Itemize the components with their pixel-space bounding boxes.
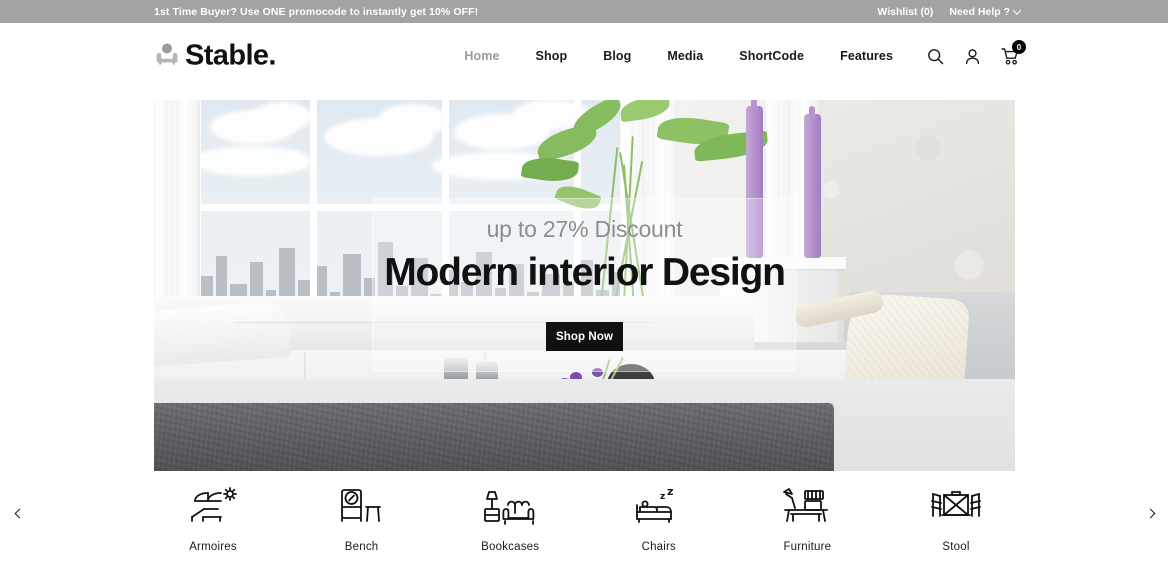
category-label: Bookcases (481, 541, 540, 553)
purple-vase-right (804, 114, 821, 258)
main-navigation: Home Shop Blog Media ShortCode Features (446, 40, 1026, 65)
category-item-furniture[interactable]: Furniture (748, 485, 866, 553)
carousel-prev-button[interactable] (11, 505, 27, 521)
category-carousel: Armoires Bench Bookcases z z Chairs Furn… (0, 471, 1168, 561)
category-item-bookcases[interactable]: Bookcases (451, 485, 569, 553)
category-label: Armoires (189, 541, 237, 553)
category-item-chairs[interactable]: z z Chairs (600, 485, 718, 553)
svg-text:z: z (660, 492, 665, 502)
category-carousel-track: Armoires Bench Bookcases z z Chairs Furn… (14, 471, 1155, 553)
hero-banner: up to 27% Discount Modern interior Desig… (154, 100, 1015, 471)
category-label: Bench (344, 541, 379, 553)
chevron-right-icon (1145, 508, 1155, 518)
dresser-mirror-stool-icon (339, 485, 385, 529)
category-item-stool[interactable]: Stool (897, 485, 1015, 553)
chevron-down-icon (1012, 5, 1022, 15)
nav-item-shortcode[interactable]: ShortCode (721, 49, 822, 63)
nav-item-blog[interactable]: Blog (585, 49, 649, 63)
account-icon[interactable] (964, 48, 981, 65)
category-label: Stool (942, 541, 970, 553)
category-label: Chairs (641, 541, 676, 553)
nav-item-home[interactable]: Home (446, 49, 517, 63)
need-help-dropdown[interactable]: Need Help ? (949, 5, 1022, 18)
bed-sleep-icon: z z (634, 485, 684, 529)
shop-now-button[interactable]: Shop Now (546, 322, 623, 351)
carousel-next-button[interactable] (1142, 505, 1158, 521)
cart-count-badge: 0 (1012, 40, 1026, 54)
lounger-sun-icon (187, 485, 239, 529)
need-help-label: Need Help ? (949, 5, 1010, 18)
nav-item-features[interactable]: Features (822, 49, 911, 63)
logo-text: Stable. (185, 39, 276, 72)
site-header: Stable. Home Shop Blog Media ShortCode F… (0, 23, 1168, 89)
top-announcement-bar: 1st Time Buyer? Use ONE promocode to ins… (0, 0, 1168, 23)
category-item-armoires[interactable]: Armoires (154, 485, 272, 553)
table-chairs-icon (929, 485, 983, 529)
nav-item-shop[interactable]: Shop (518, 49, 586, 63)
category-item-bench[interactable]: Bench (303, 485, 421, 553)
nav-item-media[interactable]: Media (649, 49, 721, 63)
site-logo[interactable]: Stable. (154, 40, 276, 73)
svg-text:z: z (667, 487, 673, 498)
shag-rug (154, 403, 834, 471)
cart-icon[interactable]: 0 (1001, 40, 1026, 65)
wishlist-link[interactable]: Wishlist (0) (877, 6, 933, 18)
topbar-links: Wishlist (0) Need Help ? (877, 5, 1022, 18)
wishlist-label: Wishlist (0) (877, 5, 934, 18)
desk-lamp-shelf-icon (781, 485, 833, 529)
category-label: Furniture (783, 541, 832, 553)
search-icon[interactable] (927, 48, 944, 65)
lamp-sofa-icon (482, 485, 538, 529)
promo-text: 1st Time Buyer? Use ONE promocode to ins… (154, 5, 479, 18)
armchair-icon (154, 41, 180, 72)
chevron-left-icon (14, 508, 24, 518)
sofa-left-arm (154, 300, 292, 368)
header-icon-group: 0 (927, 40, 1026, 65)
